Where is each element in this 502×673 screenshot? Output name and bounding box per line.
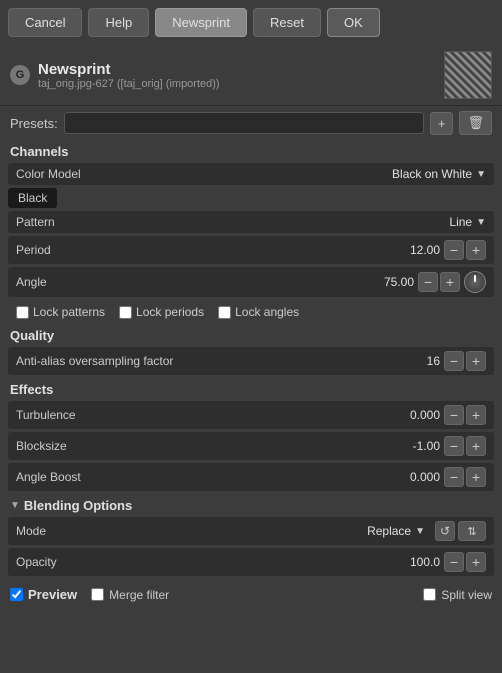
mode-row: Mode Replace ▼ ↺ ⇅ <box>8 517 494 545</box>
angle-label: Angle <box>16 275 369 289</box>
period-value: 12.00 <box>395 243 440 257</box>
plugin-subtitle: taj_orig.jpg-627 ([taj_orig] (imported)) <box>38 78 436 90</box>
effects-panel: Turbulence 0.000 − + Blocksize -1.00 − +… <box>0 401 502 491</box>
presets-select[interactable] <box>64 112 424 134</box>
mode-reset-button[interactable]: ↺ <box>435 521 455 541</box>
angle-boost-label: Angle Boost <box>16 470 395 484</box>
ok-button[interactable]: OK <box>327 8 380 37</box>
blending-panel: Mode Replace ▼ ↺ ⇅ Opacity 100.0 − + <box>0 517 502 576</box>
lock-periods-label: Lock periods <box>136 305 204 319</box>
black-label: Black <box>8 188 57 208</box>
angle-plus-button[interactable]: + <box>440 272 460 292</box>
period-plus-button[interactable]: + <box>466 240 486 260</box>
blocksize-minus-button[interactable]: − <box>444 436 464 456</box>
opacity-row: Opacity 100.0 − + <box>8 548 494 576</box>
merge-filter-checkbox[interactable] <box>91 588 104 601</box>
angle-row: Angle 75.00 − + <box>8 267 494 297</box>
black-channel-pill: Black <box>8 188 494 211</box>
blocksize-plus-button[interactable]: + <box>466 436 486 456</box>
color-model-value: Black on White <box>392 167 472 181</box>
newsprint-button[interactable]: Newsprint <box>155 8 247 37</box>
blocksize-row: Blocksize -1.00 − + <box>8 432 494 460</box>
color-model-label: Color Model <box>16 167 392 181</box>
angle-dial[interactable] <box>464 271 486 293</box>
presets-row: Presets: + 🗑 <box>0 106 502 140</box>
lock-patterns-checkbox[interactable] <box>16 306 29 319</box>
plugin-logo-icon: G <box>10 65 30 85</box>
oversample-label: Anti-alias oversampling factor <box>16 354 395 368</box>
mode-dropdown-icon[interactable]: ▼ <box>415 526 425 537</box>
split-view-checkbox[interactable] <box>423 588 436 601</box>
preview-checkbox[interactable] <box>10 588 23 601</box>
angle-boost-plus-button[interactable]: + <box>466 467 486 487</box>
bottom-bar: Preview Merge filter Split view <box>0 579 502 610</box>
lock-patterns-label: Lock patterns <box>33 305 105 319</box>
blending-label: Blending Options <box>24 498 132 513</box>
turbulence-minus-button[interactable]: − <box>444 405 464 425</box>
angle-boost-minus-button[interactable]: − <box>444 467 464 487</box>
blocksize-label: Blocksize <box>16 439 395 453</box>
blocksize-value: -1.00 <box>395 439 440 453</box>
effects-section-header: Effects <box>0 378 502 401</box>
quality-panel: Anti-alias oversampling factor 16 − + <box>0 347 502 375</box>
turbulence-row: Turbulence 0.000 − + <box>8 401 494 429</box>
help-button[interactable]: Help <box>88 8 149 37</box>
split-view-item[interactable]: Split view <box>423 588 492 602</box>
oversample-value: 16 <box>395 354 440 368</box>
cancel-button[interactable]: Cancel <box>8 8 82 37</box>
lock-row: Lock patterns Lock periods Lock angles <box>8 300 494 324</box>
blending-collapse-icon: ▼ <box>10 500 20 511</box>
lock-angles-item[interactable]: Lock angles <box>218 305 299 319</box>
lock-angles-checkbox[interactable] <box>218 306 231 319</box>
lock-patterns-item[interactable]: Lock patterns <box>16 305 105 319</box>
blending-section-header[interactable]: ▼ Blending Options <box>0 494 502 517</box>
period-label: Period <box>16 243 395 257</box>
quality-section-header: Quality <box>0 324 502 347</box>
preview-item[interactable]: Preview <box>10 587 77 602</box>
color-model-dropdown-icon[interactable]: ▼ <box>476 169 486 180</box>
angle-value: 75.00 <box>369 275 414 289</box>
oversample-minus-button[interactable]: − <box>444 351 464 371</box>
turbulence-label: Turbulence <box>16 408 395 422</box>
lock-periods-item[interactable]: Lock periods <box>119 305 204 319</box>
lock-angles-label: Lock angles <box>235 305 299 319</box>
pattern-dropdown-icon[interactable]: ▼ <box>476 217 486 228</box>
mode-label: Mode <box>16 524 367 538</box>
oversample-row: Anti-alias oversampling factor 16 − + <box>8 347 494 375</box>
toolbar: Cancel Help Newsprint Reset OK <box>0 0 502 45</box>
channels-section-header: Channels <box>0 140 502 163</box>
mode-split-button[interactable]: ⇅ <box>458 521 486 541</box>
period-row: Period 12.00 − + <box>8 236 494 264</box>
angle-boost-value: 0.000 <box>395 470 440 484</box>
turbulence-value: 0.000 <box>395 408 440 422</box>
plugin-header: G Newsprint taj_orig.jpg-627 ([taj_orig]… <box>0 45 502 106</box>
opacity-label: Opacity <box>16 555 395 569</box>
mode-value: Replace ▼ <box>367 524 425 538</box>
color-model-row: Color Model Black on White ▼ <box>8 163 494 185</box>
merge-filter-label: Merge filter <box>109 588 169 602</box>
angle-boost-row: Angle Boost 0.000 − + <box>8 463 494 491</box>
pattern-label: Pattern <box>16 215 449 229</box>
angle-minus-button[interactable]: − <box>418 272 438 292</box>
split-view-label: Split view <box>441 588 492 602</box>
opacity-value: 100.0 <box>395 555 440 569</box>
oversample-plus-button[interactable]: + <box>466 351 486 371</box>
mode-text: Replace <box>367 524 411 538</box>
pattern-value: Line <box>449 215 472 229</box>
turbulence-plus-button[interactable]: + <box>466 405 486 425</box>
presets-add-button[interactable]: + <box>430 112 454 135</box>
preview-label: Preview <box>28 587 77 602</box>
plugin-name: Newsprint <box>38 61 436 78</box>
lock-periods-checkbox[interactable] <box>119 306 132 319</box>
presets-label: Presets: <box>10 116 58 131</box>
period-minus-button[interactable]: − <box>444 240 464 260</box>
presets-delete-button[interactable]: 🗑 <box>459 111 492 135</box>
channels-panel: Color Model Black on White ▼ Black Patte… <box>0 163 502 324</box>
opacity-plus-button[interactable]: + <box>466 552 486 572</box>
preview-thumbnail <box>444 51 492 99</box>
opacity-minus-button[interactable]: − <box>444 552 464 572</box>
merge-filter-item[interactable]: Merge filter <box>91 588 169 602</box>
pattern-row: Pattern Line ▼ <box>8 211 494 233</box>
reset-button[interactable]: Reset <box>253 8 321 37</box>
